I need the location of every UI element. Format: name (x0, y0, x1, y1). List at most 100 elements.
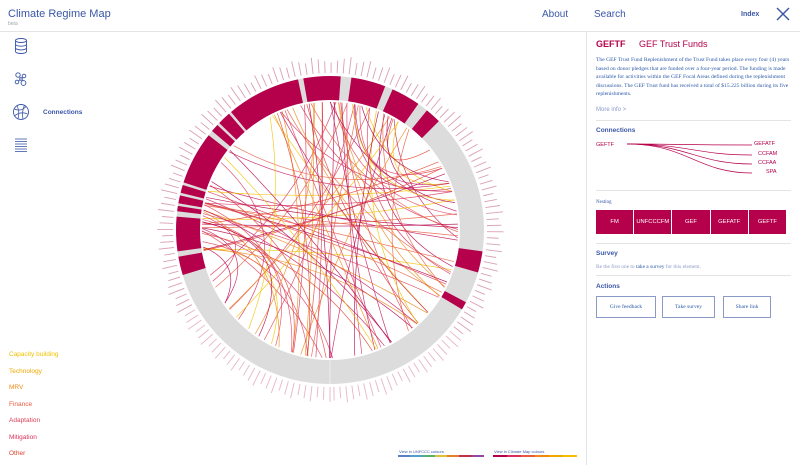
ring-label-tick (418, 359, 428, 373)
connections-icon[interactable] (12, 103, 30, 121)
connection-source[interactable]: GEFTF (596, 142, 614, 148)
ring-label-tick (184, 309, 196, 317)
survey-text-suffix: for this element. (665, 264, 701, 270)
ring-label-tick (416, 85, 426, 100)
colour-swatch (398, 455, 411, 457)
ring-label-tick (291, 61, 296, 78)
ring-label-tick (160, 241, 174, 243)
ring-segment[interactable] (176, 216, 202, 252)
legend-item-mrv[interactable]: MRV (9, 383, 59, 400)
nesting-bar: FM UNFCCCFM GEF GEFATF GEFTF (596, 210, 786, 234)
nesting-item-gef[interactable]: GEF (672, 210, 711, 234)
colour-swatch (459, 455, 472, 457)
ring-label-tick (397, 371, 403, 382)
close-icon[interactable] (775, 6, 791, 22)
list-icon[interactable] (12, 136, 30, 154)
nesting-item-geftf[interactable]: GEFTF (749, 210, 786, 234)
connections-chord-diagram[interactable] (150, 45, 510, 415)
ring-label-tick (483, 193, 494, 197)
ring-label-tick (443, 111, 455, 123)
colour-swatch (563, 455, 577, 457)
climate-map-colour-bar[interactable] (493, 455, 577, 457)
connections-heading: Connections (596, 127, 636, 134)
connection-chord[interactable] (229, 108, 370, 310)
ring-label-tick (189, 137, 199, 145)
connection-target-ccfam[interactable]: CCFAM (758, 151, 777, 157)
network-icon[interactable] (12, 70, 30, 88)
ring-label-tick (474, 289, 485, 295)
ring-label-tick (168, 287, 185, 295)
colour-swatch (422, 455, 435, 457)
ring-label-tick (383, 67, 391, 83)
app-title[interactable]: Climate Regime Map (8, 8, 111, 20)
view-unfccc-colours-link[interactable]: View in UNFCCC colours (399, 449, 444, 454)
ring-label-tick (168, 270, 179, 275)
connection-chord[interactable] (329, 102, 336, 359)
connection-target-ccfaa[interactable]: CCFAA (758, 160, 776, 166)
database-icon[interactable] (12, 37, 30, 55)
ring-label-tick (423, 355, 432, 368)
ring-segment[interactable] (303, 76, 341, 102)
element-description: The GEF Trust Fund Replenishment of the … (596, 57, 790, 98)
ring-label-tick (354, 62, 358, 76)
ring-label-tick (471, 156, 482, 163)
ring-label-tick (164, 196, 177, 200)
connection-chord[interactable] (330, 117, 393, 359)
connection-chord[interactable] (202, 199, 455, 220)
ring-label-tick (159, 222, 174, 224)
ring-label-tick (207, 110, 218, 121)
give-feedback-button[interactable]: Give feedback (596, 296, 656, 318)
ring-label-tick (243, 83, 251, 95)
legend-item-mitigation[interactable]: Mitigation (9, 433, 59, 450)
unfccc-colour-bar[interactable] (398, 455, 484, 457)
ring-label-tick (481, 185, 497, 191)
connection-target-spa[interactable]: SPA (766, 169, 777, 175)
share-link-button[interactable]: Share link (723, 296, 771, 318)
legend-item-adaptation[interactable]: Adaptation (9, 416, 59, 433)
ring-label-tick (261, 74, 268, 87)
nav-search-link[interactable]: Search (594, 9, 626, 20)
more-info-link[interactable]: More info > (596, 107, 626, 113)
ring-label-tick (485, 249, 502, 253)
take-survey-link[interactable]: take a survey (636, 264, 664, 270)
ring-label-tick (175, 293, 187, 300)
ring-label-tick (441, 339, 451, 349)
ring-label-tick (465, 143, 478, 152)
legend-item-finance[interactable]: Finance (9, 400, 59, 417)
ring-label-tick (168, 177, 181, 183)
view-climate-map-colours-link[interactable]: View in Climate Map colours (494, 449, 544, 454)
ring-label-tick (184, 142, 196, 150)
ring-label-tick (369, 381, 374, 396)
nesting-item-unfcccfm[interactable]: UNFCCCFM (634, 210, 673, 234)
ring-label-tick (304, 63, 308, 75)
nesting-item-gefatf[interactable]: GEFATF (711, 210, 749, 234)
ring-label-tick (230, 87, 241, 102)
ring-label-tick (194, 125, 206, 135)
legend-item-technology[interactable]: Technology (9, 367, 59, 384)
nav-about-link[interactable]: About (542, 9, 568, 20)
ring-label-tick (480, 272, 492, 277)
survey-text: Be the first one to take a survey for th… (596, 264, 701, 270)
connection-target-gefatf[interactable]: GEFATF (754, 141, 775, 147)
ring-segment[interactable] (231, 79, 303, 131)
legend-item-other[interactable]: Other (9, 449, 59, 465)
take-survey-button[interactable]: Take survey (662, 296, 715, 318)
ring-label-tick (449, 330, 462, 341)
ring-label-tick (157, 209, 175, 212)
nav-index-link[interactable]: Index (741, 11, 759, 18)
connection-chord[interactable] (228, 151, 450, 189)
ring-label-tick (208, 338, 217, 347)
ring-label-tick (405, 82, 412, 93)
ring-label-tick (164, 253, 175, 256)
legend-item-capacity-building[interactable]: Capacity building (9, 350, 59, 367)
ring-label-tick (226, 354, 235, 366)
ring-label-tick (265, 375, 272, 389)
actions-heading: Actions (596, 283, 620, 290)
ring-label-tick (394, 74, 402, 88)
divider (596, 190, 791, 191)
ring-label-tick (214, 99, 227, 113)
nesting-item-fm[interactable]: FM (596, 210, 635, 234)
sidebar-item-connections-label[interactable]: Connections (43, 109, 82, 116)
ring-label-tick (462, 139, 473, 147)
ring-label-tick (237, 85, 246, 98)
